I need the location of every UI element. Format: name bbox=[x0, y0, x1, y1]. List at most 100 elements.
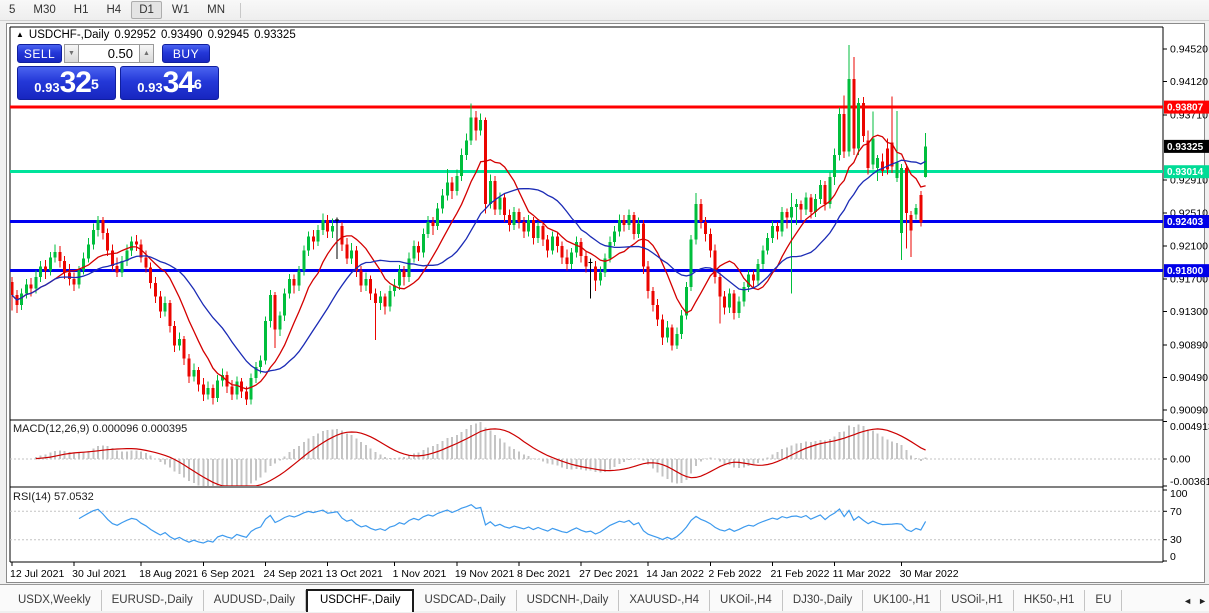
price-axis-label: 0.90890 bbox=[1170, 339, 1208, 351]
candle bbox=[15, 290, 19, 314]
timeframe-toolbar: 5 M30 H1 H4 D1 W1 MN bbox=[0, 0, 1209, 21]
candle bbox=[96, 216, 100, 237]
tab-scroll-right-button[interactable]: ► bbox=[1198, 596, 1207, 606]
candle bbox=[249, 373, 253, 405]
candle bbox=[837, 107, 841, 161]
tab-hk50-h1[interactable]: HK50-,H1 bbox=[1014, 590, 1086, 611]
date-axis-label: 19 Nov 2021 bbox=[455, 568, 515, 580]
sell-button[interactable]: SELL bbox=[17, 44, 62, 63]
tab-xauusd-h4[interactable]: XAUUSD-,H4 bbox=[619, 590, 711, 611]
candle bbox=[460, 148, 464, 182]
timeframe-button-H4[interactable]: H4 bbox=[98, 1, 129, 19]
tab-eurusd-daily[interactable]: EURUSD-,Daily bbox=[102, 590, 204, 611]
candle bbox=[517, 208, 521, 229]
macd-axis-label: 0.00 bbox=[1170, 454, 1191, 466]
tab-usdcad-daily[interactable]: USDCAD-,Daily bbox=[414, 590, 517, 611]
candle bbox=[804, 192, 808, 216]
candle bbox=[770, 220, 774, 243]
candle bbox=[914, 203, 918, 220]
candle bbox=[158, 291, 162, 318]
timeframe-button-D1[interactable]: D1 bbox=[131, 1, 162, 19]
hline-0.92403[interactable] bbox=[10, 220, 1163, 224]
sell-price-box[interactable]: 0.93 32 5 bbox=[17, 66, 116, 100]
price-axis-label: 0.90090 bbox=[1170, 404, 1208, 416]
candle bbox=[374, 288, 378, 340]
candle bbox=[546, 234, 550, 258]
tab-ukoil-h4[interactable]: UKOil-,H4 bbox=[710, 590, 783, 611]
candle bbox=[627, 209, 631, 230]
tab-usdcnh-daily[interactable]: USDCNH-,Daily bbox=[517, 590, 620, 611]
candle bbox=[39, 260, 43, 283]
tab-audusd-daily[interactable]: AUDUSD-,Daily bbox=[204, 590, 306, 611]
date-axis-label: 30 Jul 2021 bbox=[72, 568, 126, 580]
candle bbox=[723, 291, 727, 315]
candle bbox=[656, 299, 660, 327]
lot-decrease-button[interactable]: ▼ bbox=[64, 44, 79, 63]
candle bbox=[527, 215, 531, 237]
candle bbox=[402, 265, 406, 286]
timeframe-button-5[interactable]: 5 bbox=[1, 1, 23, 19]
lot-increase-button[interactable]: ▲ bbox=[139, 44, 154, 63]
tab-usdx-weekly[interactable]: USDX,Weekly bbox=[8, 590, 102, 611]
hline-0.93807[interactable] bbox=[10, 105, 1163, 109]
candle bbox=[307, 231, 311, 256]
timeframe-button-W1[interactable]: W1 bbox=[164, 1, 197, 19]
date-axis-label: 14 Jan 2022 bbox=[646, 568, 704, 580]
candle bbox=[852, 57, 856, 155]
candle bbox=[541, 221, 545, 247]
hline-0.93014[interactable] bbox=[10, 170, 1163, 174]
price-label-chip: 0.91800 bbox=[1164, 264, 1209, 278]
candle bbox=[775, 221, 779, 240]
candle bbox=[20, 288, 24, 310]
timeframe-button-M30[interactable]: M30 bbox=[25, 1, 63, 19]
candle bbox=[130, 236, 134, 256]
hline-0.918[interactable] bbox=[10, 269, 1163, 273]
tab-usdchf-daily[interactable]: USDCHF-,Daily bbox=[305, 589, 415, 612]
date-axis-label: 6 Sep 2021 bbox=[201, 568, 255, 580]
candle bbox=[565, 249, 569, 271]
candle bbox=[737, 296, 741, 318]
tab-eu[interactable]: EU bbox=[1085, 590, 1123, 611]
candle bbox=[833, 148, 837, 186]
candle bbox=[197, 366, 201, 392]
candle bbox=[503, 194, 507, 222]
candle bbox=[421, 228, 425, 258]
buy-price-box[interactable]: 0.93 34 6 bbox=[120, 66, 219, 100]
candle bbox=[397, 264, 401, 291]
chart-symbol-label: USDCHF-,Daily bbox=[28, 29, 110, 41]
candle bbox=[426, 216, 430, 239]
price-label-chip: 0.93325 bbox=[1164, 139, 1209, 153]
candle bbox=[201, 378, 205, 402]
svg-text:0.92403: 0.92403 bbox=[1167, 217, 1204, 228]
tab-usoil-h1[interactable]: USOil-,H1 bbox=[941, 590, 1014, 611]
macd-indicator-label: MACD(12,26,9) 0.000096 0.000395 bbox=[13, 423, 188, 435]
lot-size-input[interactable] bbox=[79, 44, 139, 63]
candle bbox=[268, 290, 272, 328]
ohlc-open: 0.92952 bbox=[114, 29, 156, 41]
candle bbox=[799, 200, 803, 221]
candle bbox=[632, 211, 636, 240]
timeframe-button-H1[interactable]: H1 bbox=[66, 1, 97, 19]
tab-scroll-left-button[interactable]: ◄ bbox=[1183, 596, 1192, 606]
buy-button[interactable]: BUY bbox=[162, 44, 210, 63]
price-label-chip: 0.93807 bbox=[1164, 100, 1209, 114]
tab-uk100-h1[interactable]: UK100-,H1 bbox=[863, 590, 942, 611]
candle bbox=[149, 262, 153, 289]
rsi-axis-label: 70 bbox=[1170, 506, 1182, 518]
candle bbox=[603, 253, 607, 278]
chart-header: ▲ USDCHF-,Daily 0.92952 0.93490 0.92945 … bbox=[16, 29, 296, 41]
tab-dj30-daily[interactable]: DJ30-,Daily bbox=[783, 590, 864, 611]
candle bbox=[646, 260, 650, 299]
candle bbox=[412, 240, 416, 263]
date-axis-label: 2 Feb 2022 bbox=[708, 568, 761, 580]
candle bbox=[512, 207, 516, 230]
candle bbox=[464, 133, 468, 160]
price-label-chip: 0.92403 bbox=[1164, 215, 1209, 229]
candle bbox=[713, 244, 717, 284]
candle bbox=[531, 216, 535, 245]
candle bbox=[206, 381, 210, 400]
candle bbox=[742, 282, 746, 307]
candle bbox=[110, 244, 114, 271]
one-click-trading-panel: SELL ▼ ▲ BUY 0.93 32 5 0.93 34 6 bbox=[17, 44, 225, 100]
timeframe-button-MN[interactable]: MN bbox=[199, 1, 233, 19]
